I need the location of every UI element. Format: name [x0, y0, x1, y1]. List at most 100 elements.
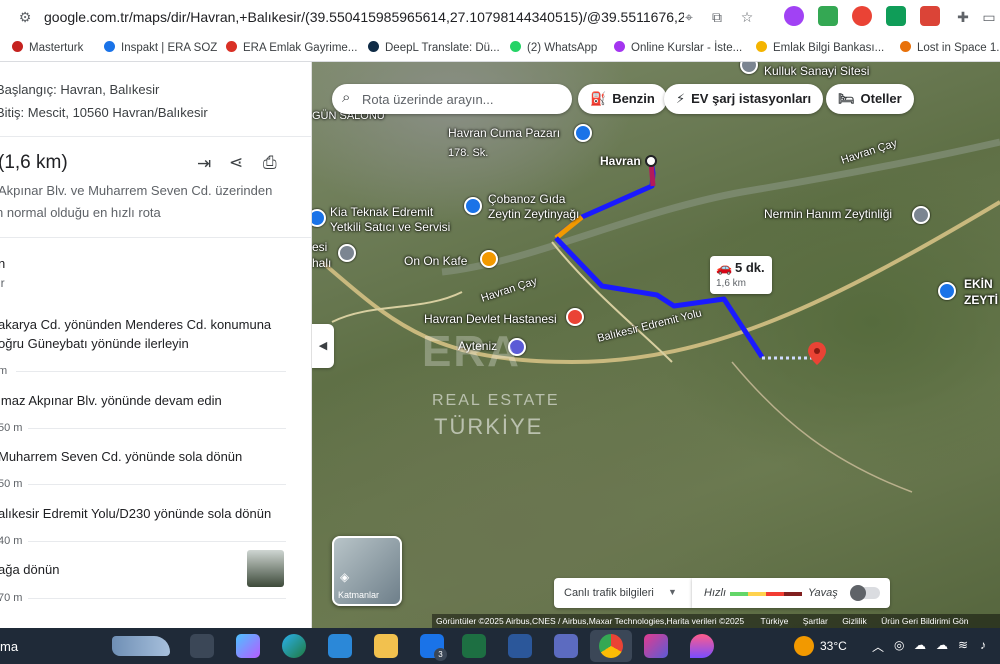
- extension-icon-4[interactable]: [886, 6, 906, 26]
- traffic-color-slow: [766, 592, 784, 596]
- step-5-text[interactable]: ağa dönün: [0, 562, 59, 577]
- route-info-bubble[interactable]: 🚗 5 dk. 1,6 km: [710, 256, 772, 294]
- start-location[interactable]: Başlangıç: Havran, Balıkesir: [0, 82, 159, 97]
- edge-browser-icon[interactable]: [282, 634, 306, 658]
- search-input[interactable]: Rota üzerinde arayın...: [362, 92, 494, 107]
- search-highlight-whale-icon[interactable]: [112, 636, 170, 656]
- print-icon[interactable]: ⎙: [263, 153, 277, 173]
- layers-button[interactable]: ◈ Katmanlar: [332, 536, 402, 606]
- bookmark-favicon-icon: [12, 41, 23, 52]
- word-icon[interactable]: [508, 634, 532, 658]
- shopping-icon[interactable]: [574, 124, 592, 142]
- map-label: Havran: [600, 154, 641, 168]
- cafe-icon[interactable]: [480, 250, 498, 268]
- car-icon: 🚗: [716, 260, 733, 275]
- footer-link-feedback[interactable]: Ürün Geri Bildirimi Gön: [881, 616, 968, 626]
- hospital-icon[interactable]: [566, 308, 584, 326]
- bookmarks-bar: Masterturk Inspakt | ERA SOZ ERA Emlak G…: [0, 34, 1000, 62]
- taskbar-search-text[interactable]: ma: [0, 639, 18, 654]
- route-search-box[interactable]: ⌕ Rota üzerinde arayın...: [332, 84, 572, 114]
- share-icon[interactable]: ⋖: [229, 153, 243, 173]
- paint-icon[interactable]: [690, 634, 714, 658]
- olive-grove-icon[interactable]: [912, 206, 930, 224]
- divider: [28, 598, 286, 599]
- chip-ev-charging[interactable]: ⚡ EV şarj istasyonları: [664, 84, 824, 114]
- site-settings-icon[interactable]: ⚙: [14, 6, 36, 28]
- route-time: 5 dk.: [735, 260, 765, 275]
- location-icon[interactable]: ⌖: [678, 6, 700, 28]
- bookmark-item[interactable]: Emlak Bilgi Bankası...: [756, 41, 884, 54]
- divider: [0, 136, 311, 137]
- bookmark-item[interactable]: Online Kurslar - İste...: [614, 41, 742, 54]
- bookmark-item[interactable]: Lost in Space 1. S...: [900, 41, 1000, 54]
- store-icon[interactable]: [328, 634, 352, 658]
- route-start-marker: [645, 155, 657, 167]
- extension-icon-5[interactable]: [920, 6, 940, 26]
- step-3-text[interactable]: Muharrem Seven Cd. yönünde sola dönün: [0, 449, 242, 464]
- file-explorer-icon[interactable]: [374, 634, 398, 658]
- excel-icon[interactable]: [462, 634, 486, 658]
- watermark-text: TÜRKİYE: [434, 414, 544, 439]
- chevron-up-icon[interactable]: ︿: [872, 638, 884, 655]
- origin-name: n: [0, 256, 5, 271]
- temperature-label[interactable]: 33°C: [820, 639, 847, 653]
- step-3-distance: 50 m: [0, 478, 23, 490]
- end-location[interactable]: Bitiş: Mescit, 10560 Havran/Balıkesir: [0, 105, 208, 120]
- send-to-phone-icon[interactable]: ⇥: [197, 154, 211, 174]
- path-road: [731, 361, 913, 493]
- app-icon[interactable]: [644, 634, 668, 658]
- live-traffic-dropdown[interactable]: Canlı trafik bilgileri ▼: [554, 578, 692, 608]
- map-view[interactable]: Kulluk Sanayi Sitesi GÜN SALONU Havran C…: [312, 62, 1000, 628]
- bookmark-item[interactable]: (2) WhatsApp: [510, 41, 597, 54]
- bookmark-favicon-icon: [510, 41, 521, 52]
- extensions-puzzle-icon[interactable]: ✚: [952, 6, 974, 28]
- collapse-panel-button[interactable]: ◀: [312, 324, 334, 368]
- step-1-text-2[interactable]: oğru Güneybatı yönünde ilerleyin: [0, 336, 189, 351]
- chip-gas-station[interactable]: ⛽ Benzin: [578, 84, 667, 114]
- ev-charging-icon: ⚡: [676, 91, 686, 106]
- footer-link-country[interactable]: Türkiye: [761, 616, 789, 626]
- map-label: On On Kafe: [404, 254, 468, 268]
- install-app-icon[interactable]: ⧉: [706, 6, 728, 28]
- map-label: Yetkili Satıcı ve Servisi: [330, 220, 451, 234]
- map-label: Zeytin Zeytinyağı: [488, 207, 580, 221]
- attribution-text: Görüntüler ©2025 Airbus,CNES / Airbus,Ma…: [436, 616, 745, 626]
- place-icon[interactable]: [338, 244, 356, 262]
- traffic-color-medium: [748, 592, 766, 596]
- tray-icon[interactable]: ◎: [894, 638, 904, 652]
- wifi-icon[interactable]: ≋: [958, 638, 968, 652]
- chrome-icon[interactable]: [599, 634, 623, 658]
- bookmark-item[interactable]: Masterturk: [12, 41, 83, 54]
- shop-icon[interactable]: [464, 197, 482, 215]
- onedrive-icon[interactable]: ☁: [914, 638, 926, 652]
- footer-link-terms[interactable]: Şartlar: [803, 616, 828, 626]
- watermark-logo: ERA: [422, 327, 521, 376]
- bookmark-item[interactable]: DeepL Translate: Dü...: [368, 41, 500, 54]
- olive-shop-icon[interactable]: [938, 282, 956, 300]
- copilot-icon[interactable]: [236, 634, 260, 658]
- volume-icon[interactable]: ♪: [980, 638, 986, 652]
- bookmark-item[interactable]: Inspakt | ERA SOZ: [104, 41, 217, 54]
- cloud-icon[interactable]: ☁: [936, 638, 948, 652]
- traffic-fast-label: Hızlı: [704, 587, 726, 599]
- map-label: ZEYTİ: [964, 293, 999, 307]
- footer-link-privacy[interactable]: Gizlilik: [842, 616, 867, 626]
- step-4-text[interactable]: alıkesir Edremit Yolu/D230 yönünde sola …: [0, 506, 271, 521]
- chip-hotels[interactable]: 🛏 Oteller: [826, 84, 914, 114]
- url-text[interactable]: google.com.tr/maps/dir/Havran,+Balıkesir…: [44, 9, 684, 25]
- task-view-icon[interactable]: [190, 634, 214, 658]
- step-1-text[interactable]: akarya Cd. yönünden Menderes Cd. konumun…: [0, 317, 271, 332]
- weather-sun-icon[interactable]: [794, 636, 814, 656]
- bookmark-star-icon[interactable]: ☆: [736, 6, 758, 28]
- extension-icon-3[interactable]: [852, 6, 872, 26]
- bookmark-item[interactable]: ERA Emlak Gayrime...: [226, 41, 357, 54]
- extension-icon-1[interactable]: [784, 6, 804, 26]
- bookmark-favicon-icon: [226, 41, 237, 52]
- street-view-thumbnail[interactable]: [247, 550, 284, 587]
- calculator-icon[interactable]: [554, 634, 578, 658]
- toggle-knob: [850, 585, 866, 601]
- extension-icon-2[interactable]: [818, 6, 838, 26]
- tab-strip-icon[interactable]: ▭: [978, 6, 1000, 28]
- step-2-text[interactable]: lmaz Akpınar Blv. yönünde devam edin: [0, 393, 222, 408]
- gas-station-icon: ⛽: [590, 91, 607, 106]
